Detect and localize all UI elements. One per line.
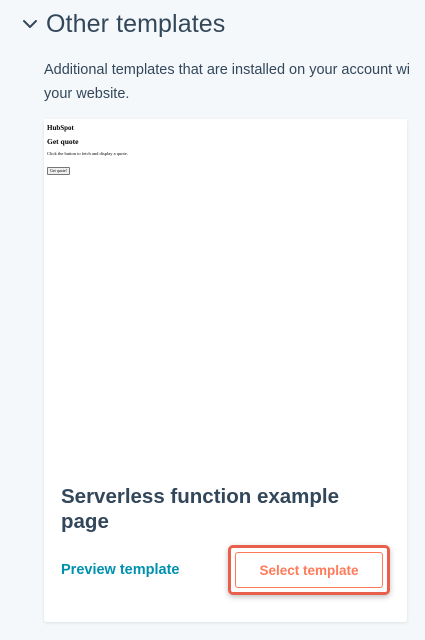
template-card: HubSpot Get quote Click the button to fe… [44, 119, 407, 622]
section-description-line-1: Additional templates that are installed … [44, 62, 410, 78]
preview-page-content: HubSpot Get quote Click the button to fe… [47, 124, 128, 177]
preview-heading: Get quote [47, 137, 79, 146]
section-description: Additional templates that are installed … [44, 58, 425, 106]
preview-text: Click the button to fetch and display a … [47, 151, 128, 156]
chevron-down-icon [20, 14, 40, 34]
preview-brand: HubSpot [47, 124, 74, 132]
select-template-highlight: Select template [228, 545, 390, 595]
template-preview-thumbnail: HubSpot Get quote Click the button to fe… [44, 119, 407, 459]
preview-template-link[interactable]: Preview template [61, 562, 179, 578]
template-title: Serverless function example page [61, 485, 340, 533]
section-description-line-2: your website. [44, 86, 130, 102]
section-title: Other templates [46, 10, 226, 38]
preview-get-quote-button: Get quote! [47, 166, 70, 175]
section-toggle-other-templates[interactable]: Other templates [20, 8, 225, 40]
select-template-button[interactable]: Select template [235, 552, 383, 588]
